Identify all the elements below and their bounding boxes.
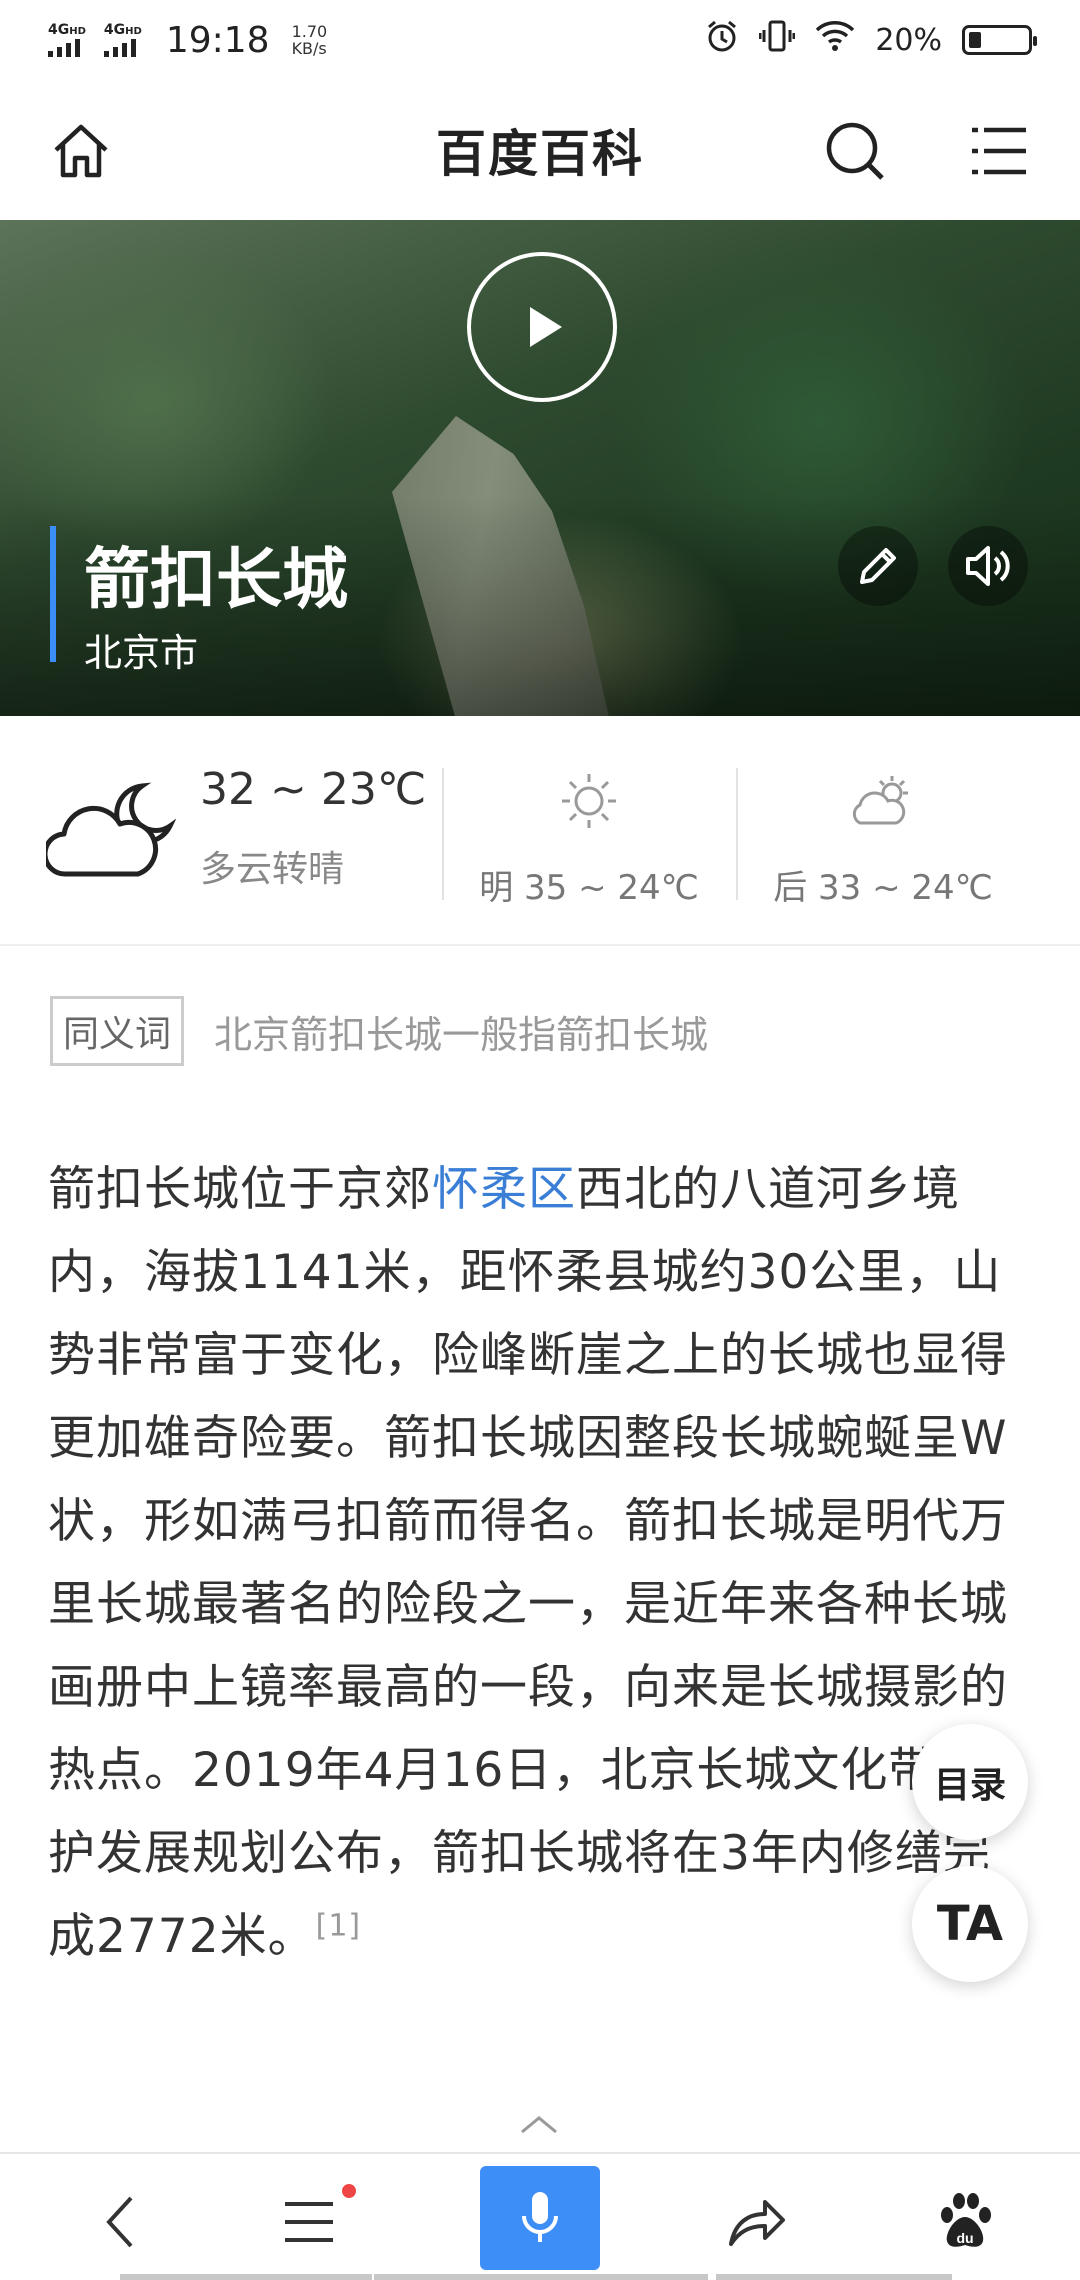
clock: 19:18 [165, 19, 270, 61]
signal-sim1: 4GHD [48, 23, 86, 57]
today-desc: 多云转晴 [200, 849, 345, 890]
edit-button[interactable] [838, 526, 918, 606]
share-icon[interactable] [702, 2172, 812, 2272]
after-tomorrow-weather: 后 33 ~ 24℃ [738, 766, 1028, 909]
home-icon[interactable] [48, 118, 114, 184]
notification-dot [342, 2184, 356, 2198]
tomorrow-weather: 明 35 ~ 24℃ [444, 766, 734, 909]
battery-percent: 20% [875, 22, 942, 58]
title-accent-bar [50, 526, 56, 662]
signal-sim2: 4GHD [103, 23, 142, 57]
chevron-up-icon[interactable] [518, 2114, 560, 2140]
synonym-text[interactable]: 北京箭扣长城一般指箭扣长城 [214, 1004, 708, 1059]
search-icon[interactable] [822, 118, 888, 184]
reference-mark[interactable]: [1] [316, 1908, 362, 1943]
weather-panel: 32 ~ 23℃ 多云转晴 明 35 ~ 24℃ 后 33 ~ 24℃ [0, 716, 1080, 946]
ta-button[interactable]: TA [912, 1866, 1028, 1982]
vibrate-icon [758, 18, 796, 62]
svg-text:du: du [956, 2230, 973, 2246]
partly-cloudy-icon [738, 766, 1028, 836]
menu-list-icon[interactable] [966, 118, 1032, 184]
network-speed: 1.70 KB/s [291, 22, 328, 58]
bottom-toolbar: du [0, 2152, 1080, 2280]
synonym-row: 同义词 北京箭扣长城一般指箭扣长城 [50, 996, 708, 1066]
link-huairou[interactable]: 怀柔区 [432, 1162, 576, 1217]
sun-icon [444, 766, 734, 836]
voice-search-button[interactable] [480, 2166, 600, 2270]
back-icon[interactable] [66, 2172, 176, 2272]
cloudy-night-icon [42, 776, 177, 890]
battery-icon [962, 25, 1037, 55]
play-video-button[interactable] [467, 252, 617, 402]
baidu-paw-icon[interactable]: du [910, 2172, 1020, 2272]
entry-title: 箭扣长城 [84, 541, 348, 618]
app-header: 百度百科 [0, 80, 1080, 220]
toc-button[interactable]: 目录 [912, 1724, 1028, 1840]
speaker-button[interactable] [948, 526, 1028, 606]
today-temp: 32 ~ 23℃ [200, 764, 427, 815]
status-bar: 4GHD 4GHD 19:18 1.70 KB/s 20% [0, 0, 1080, 80]
synonym-tag: 同义词 [50, 996, 185, 1066]
wifi-icon [815, 20, 855, 60]
entry-location: 北京市 [84, 631, 199, 675]
article-body: 箭扣长城位于京郊怀柔区西北的八道河乡境内，海拔1141米，距怀柔县城约30公里，… [48, 1162, 1008, 1964]
page-title: 百度百科 [436, 125, 644, 183]
alarm-icon [705, 19, 739, 61]
